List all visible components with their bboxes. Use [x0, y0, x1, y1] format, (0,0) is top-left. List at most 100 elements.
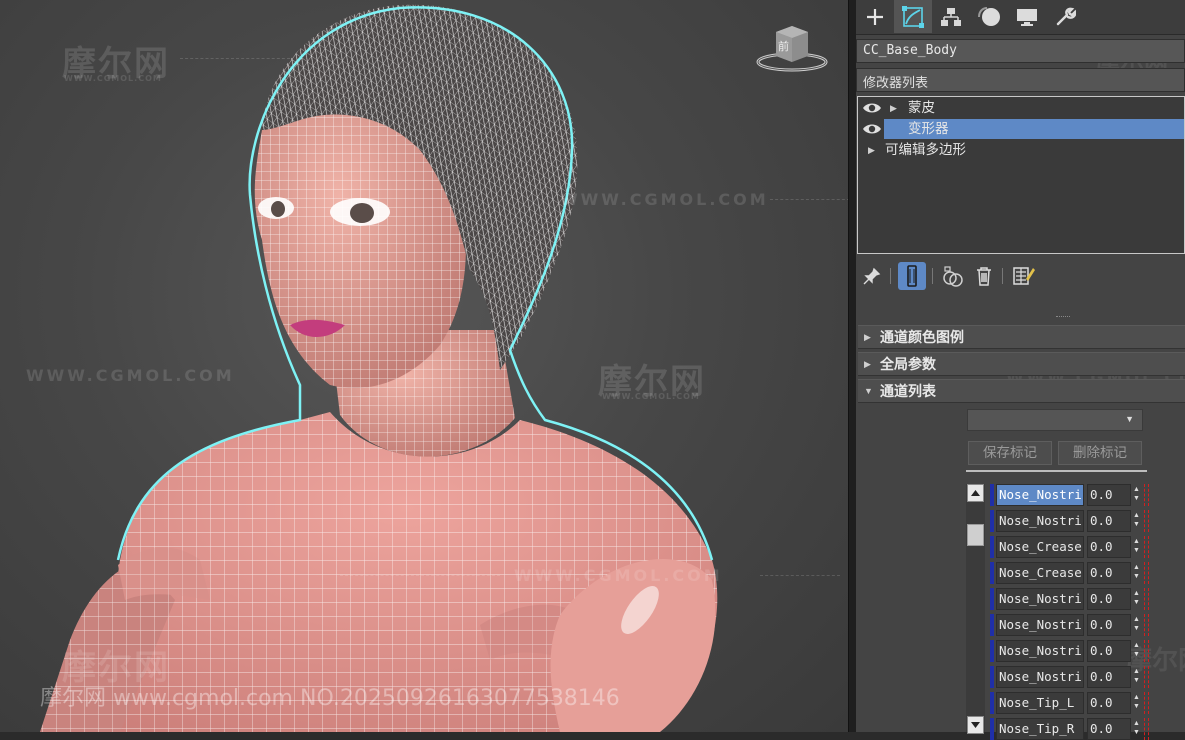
channel-scrollbar[interactable]: [966, 484, 985, 734]
channel-value-spinner[interactable]: ▲ ▼: [1131, 614, 1144, 636]
scroll-up-button[interactable]: [967, 484, 984, 502]
channel-color-swatch: [990, 718, 994, 740]
stack-item-editable-poly[interactable]: ▶ 可编辑多边形: [858, 140, 1184, 160]
channel-name-button[interactable]: Nose_Tip_L: [996, 692, 1084, 714]
channel-row[interactable]: Nose_Nostri 0.0 ▲ ▼: [990, 484, 1150, 506]
channel-name-button[interactable]: Nose_Crease: [996, 536, 1084, 558]
spinner-down-icon[interactable]: ▼: [1133, 573, 1140, 580]
channel-limit-marker: [1144, 692, 1149, 714]
channel-value-field[interactable]: 0.0: [1087, 614, 1131, 636]
channel-list-divider: [966, 470, 1147, 472]
configure-modifier-sets-button[interactable]: [1010, 262, 1038, 290]
expand-arrow-icon[interactable]: ▶: [868, 140, 875, 160]
channel-name-button[interactable]: Nose_Crease: [996, 562, 1084, 584]
spinner-down-icon[interactable]: ▼: [1133, 729, 1140, 736]
channel-value-field[interactable]: 0.0: [1087, 510, 1131, 532]
spinner-up-icon[interactable]: ▲: [1133, 668, 1140, 675]
channel-value-field[interactable]: 0.0: [1087, 562, 1131, 584]
spinner-up-icon[interactable]: ▲: [1133, 564, 1140, 571]
channel-row[interactable]: Nose_Crease 0.0 ▲ ▼: [990, 562, 1150, 584]
rollout-channel-color-legend[interactable]: ▶ 通道颜色图例: [858, 325, 1185, 349]
spinner-down-icon[interactable]: ▼: [1133, 495, 1140, 502]
pin-stack-button[interactable]: [858, 262, 886, 290]
marker-dropdown[interactable]: ▼: [967, 409, 1143, 431]
channel-name-button[interactable]: Nose_Nostri: [996, 614, 1084, 636]
channel-value-field[interactable]: 0.0: [1087, 666, 1131, 688]
channel-row[interactable]: Nose_Crease 0.0 ▲ ▼: [990, 536, 1150, 558]
show-end-result-icon: [907, 265, 917, 287]
spinner-up-icon[interactable]: ▲: [1133, 538, 1140, 545]
spinner-up-icon[interactable]: ▲: [1133, 616, 1140, 623]
channel-row[interactable]: Nose_Nostri 0.0 ▲ ▼: [990, 614, 1150, 636]
modifier-list-dropdown[interactable]: 修改器列表: [856, 68, 1185, 92]
channel-value-spinner[interactable]: ▲ ▼: [1131, 510, 1144, 532]
object-name-field[interactable]: CC_Base_Body: [856, 39, 1185, 63]
expand-arrow-icon[interactable]: ▶: [890, 98, 897, 118]
channel-name-button[interactable]: Nose_Nostri: [996, 640, 1084, 662]
spinner-down-icon[interactable]: ▼: [1133, 651, 1140, 658]
spinner-down-icon[interactable]: ▼: [1133, 521, 1140, 528]
save-marker-button[interactable]: 保存标记: [968, 441, 1052, 465]
viewcube[interactable]: 前: [756, 22, 828, 72]
spinner-up-icon[interactable]: ▲: [1133, 642, 1140, 649]
channel-row[interactable]: Nose_Nostri 0.0 ▲ ▼: [990, 666, 1150, 688]
spinner-up-icon[interactable]: ▲: [1133, 720, 1140, 727]
eye-icon[interactable]: [862, 122, 882, 136]
delete-marker-button[interactable]: 删除标记: [1058, 441, 1142, 465]
rollout-global-parameters[interactable]: ▶ 全局参数: [858, 352, 1185, 376]
channel-value-spinner[interactable]: ▲ ▼: [1131, 562, 1144, 584]
expand-arrow-icon: ▼: [864, 386, 873, 396]
spinner-up-icon[interactable]: ▲: [1133, 694, 1140, 701]
channel-row[interactable]: Nose_Nostri 0.0 ▲ ▼: [990, 510, 1150, 532]
spinner-down-icon[interactable]: ▼: [1133, 599, 1140, 606]
channel-row[interactable]: Nose_Tip_R 0.0 ▲ ▼: [990, 718, 1150, 740]
channel-value-field[interactable]: 0.0: [1087, 588, 1131, 610]
channel-value-spinner[interactable]: ▲ ▼: [1131, 588, 1144, 610]
channel-value-spinner[interactable]: ▲ ▼: [1131, 666, 1144, 688]
tab-create[interactable]: [856, 0, 894, 33]
scroll-down-button[interactable]: [967, 716, 984, 734]
channel-row[interactable]: Nose_Tip_L 0.0 ▲ ▼: [990, 692, 1150, 714]
perspective-viewport[interactable]: 摩尔网 WWW.CGMOL.COM WWW.CGMOL.COM WWW.CGMO…: [0, 0, 848, 732]
tab-utilities[interactable]: [1046, 0, 1084, 33]
spinner-up-icon[interactable]: ▲: [1133, 590, 1140, 597]
stack-resize-grip[interactable]: [1056, 316, 1070, 319]
stack-item-skin[interactable]: ▶ 蒙皮: [858, 98, 1184, 118]
make-unique-button[interactable]: [940, 262, 968, 290]
spinner-up-icon[interactable]: ▲: [1133, 512, 1140, 519]
rollout-channel-list[interactable]: ▼ 通道列表: [858, 379, 1185, 403]
channel-name-button[interactable]: Nose_Nostri: [996, 484, 1084, 506]
eye-icon[interactable]: [862, 101, 882, 115]
channel-value-spinner[interactable]: ▲ ▼: [1131, 536, 1144, 558]
tab-motion[interactable]: [970, 0, 1008, 33]
remove-modifier-button[interactable]: [970, 262, 998, 290]
channel-value-spinner[interactable]: ▲ ▼: [1131, 718, 1144, 740]
spinner-down-icon[interactable]: ▼: [1133, 547, 1140, 554]
channel-value-spinner[interactable]: ▲ ▼: [1131, 692, 1144, 714]
spinner-up-icon[interactable]: ▲: [1133, 486, 1140, 493]
channel-row[interactable]: Nose_Nostri 0.0 ▲ ▼: [990, 588, 1150, 610]
channel-value-spinner[interactable]: ▲ ▼: [1131, 640, 1144, 662]
tab-modify[interactable]: [894, 0, 932, 33]
tab-hierarchy[interactable]: [932, 0, 970, 33]
channel-name-button[interactable]: Nose_Tip_R: [996, 718, 1084, 740]
motion-icon: [978, 6, 1000, 26]
channel-name-button[interactable]: Nose_Nostri: [996, 510, 1084, 532]
channel-value-field[interactable]: 0.0: [1087, 536, 1131, 558]
spinner-down-icon[interactable]: ▼: [1133, 677, 1140, 684]
channel-value-field[interactable]: 0.0: [1087, 692, 1131, 714]
channel-value-field[interactable]: 0.0: [1087, 640, 1131, 662]
channel-name-button[interactable]: Nose_Nostri: [996, 666, 1084, 688]
channel-value-spinner[interactable]: ▲ ▼: [1131, 484, 1144, 506]
channel-row[interactable]: Nose_Nostri 0.0 ▲ ▼: [990, 640, 1150, 662]
stack-item-morpher[interactable]: 变形器: [858, 119, 1184, 139]
show-end-result-button[interactable]: [898, 262, 926, 290]
channel-name-button[interactable]: Nose_Nostri: [996, 588, 1084, 610]
scroll-thumb[interactable]: [967, 524, 984, 546]
collapse-arrow-icon: ▶: [864, 359, 871, 369]
spinner-down-icon[interactable]: ▼: [1133, 703, 1140, 710]
tab-display[interactable]: [1008, 0, 1046, 33]
spinner-down-icon[interactable]: ▼: [1133, 625, 1140, 632]
channel-value-field[interactable]: 0.0: [1087, 718, 1131, 740]
channel-value-field[interactable]: 0.0: [1087, 484, 1131, 506]
